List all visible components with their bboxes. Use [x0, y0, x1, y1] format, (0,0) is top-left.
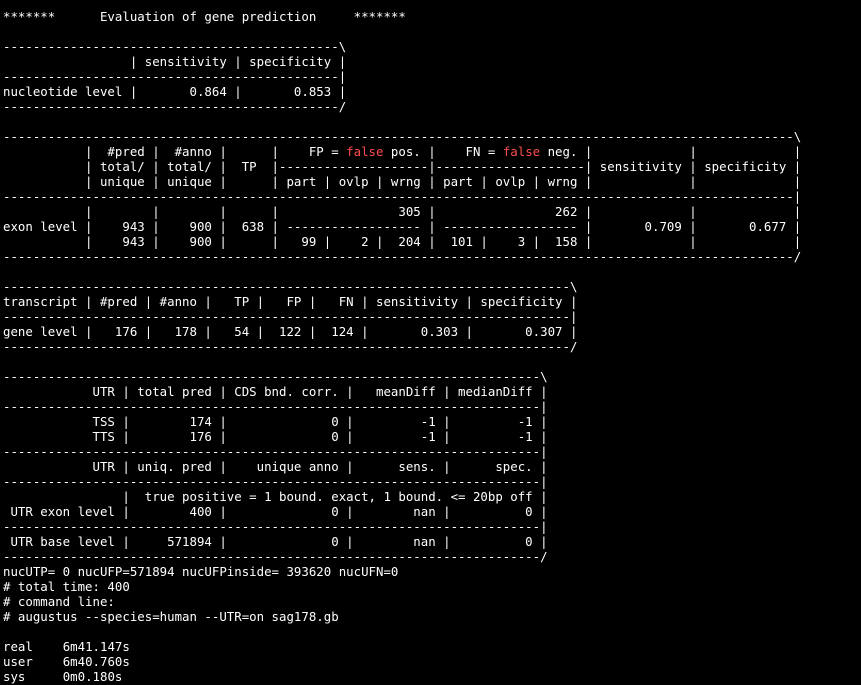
terminal-line: ----------------------------------------… [3, 99, 861, 114]
line-text: | true positive = 1 bound. exact, 1 boun… [3, 489, 548, 504]
terminal-line: UTR | total pred | CDS bnd. corr. | mean… [3, 384, 861, 399]
terminal-line: ----------------------------------------… [3, 339, 861, 354]
terminal-line: # augustus --species=human --UTR=on sag1… [3, 609, 861, 624]
line-text: sys 0m0.180s [3, 669, 123, 684]
highlighted-text: false [346, 144, 384, 159]
line-text: | unique | unique | | part | ovlp | wrng… [3, 174, 802, 189]
line-text: exon level | 943 | 900 | 638 | ---------… [3, 219, 802, 234]
line-text: | 943 | 900 | | 99 | 2 | 204 | 101 | 3 |… [3, 234, 802, 249]
terminal-window[interactable]: ******* Evaluation of gene prediction **… [0, 0, 861, 685]
line-text: | total/ | total/ | TP |----------------… [3, 159, 802, 174]
line-text: user 6m40.760s [3, 654, 130, 669]
line-text: UTR | total pred | CDS bnd. corr. | mean… [3, 384, 548, 399]
terminal-line: | #pred | #anno | | FP = false pos. | FN… [3, 144, 861, 159]
line-text: real 6m41.147s [3, 639, 130, 654]
terminal-line: | | | | 305 | 262 | | | [3, 204, 861, 219]
terminal-line: | true positive = 1 bound. exact, 1 boun… [3, 489, 861, 504]
terminal-line: TSS | 174 | 0 | -1 | -1 | [3, 414, 861, 429]
line-text: ----------------------------------------… [3, 279, 578, 294]
terminal-line: nucUTP= 0 nucUFP=571894 nucUFPinside= 39… [3, 564, 861, 579]
line-text: gene level | 176 | 178 | 54 | 122 | 124 … [3, 324, 578, 339]
line-text: ----------------------------------------… [3, 249, 802, 264]
line-text: ----------------------------------------… [3, 519, 548, 534]
line-text: ----------------------------------------… [3, 69, 347, 84]
terminal-line: ----------------------------------------… [3, 444, 861, 459]
line-text: ----------------------------------------… [3, 444, 548, 459]
terminal-line: ----------------------------------------… [3, 279, 861, 294]
terminal-line: # command line: [3, 594, 861, 609]
terminal-line: UTR base level | 571894 | 0 | nan | 0 | [3, 534, 861, 549]
line-text: UTR | uniq. pred | unique anno | sens. |… [3, 459, 548, 474]
line-text: ----------------------------------------… [3, 129, 802, 144]
terminal-line: ----------------------------------------… [3, 474, 861, 489]
line-text: ----------------------------------------… [3, 189, 802, 204]
terminal-line: ----------------------------------------… [3, 549, 861, 564]
line-text: | | | | 305 | 262 | | | [3, 204, 802, 219]
terminal-line: ----------------------------------------… [3, 69, 861, 84]
terminal-line: ----------------------------------------… [3, 369, 861, 384]
highlighted-text: false [502, 144, 541, 159]
line-text: | sensitivity | specificity | [3, 54, 347, 69]
line-text: neg. | | | [540, 144, 802, 159]
terminal-output: ******* Evaluation of gene prediction **… [3, 9, 861, 684]
line-text: ----------------------------------------… [3, 39, 347, 54]
line-text: UTR exon level | 400 | 0 | nan | 0 | [3, 504, 548, 519]
terminal-line: | 943 | 900 | | 99 | 2 | 204 | 101 | 3 |… [3, 234, 861, 249]
terminal-line: real 6m41.147s [3, 639, 861, 654]
line-text: # command line: [3, 594, 115, 609]
terminal-line: user 6m40.760s [3, 654, 861, 669]
line-text: nucleotide level | 0.864 | 0.853 | [3, 84, 347, 99]
terminal-line: ----------------------------------------… [3, 129, 861, 144]
terminal-line: transcript | #pred | #anno | TP | FP | F… [3, 294, 861, 309]
line-text: UTR base level | 571894 | 0 | nan | 0 | [3, 534, 548, 549]
terminal-line: ----------------------------------------… [3, 399, 861, 414]
line-text: pos. | FN = [383, 144, 503, 159]
line-text: | #pred | #anno | | FP = [3, 144, 347, 159]
line-text: ----------------------------------------… [3, 399, 548, 414]
terminal-line: nucleotide level | 0.864 | 0.853 | [3, 84, 861, 99]
terminal-line: ----------------------------------------… [3, 519, 861, 534]
terminal-line: ----------------------------------------… [3, 189, 861, 204]
line-text: ----------------------------------------… [3, 309, 578, 324]
line-text: ----------------------------------------… [3, 369, 548, 384]
terminal-line: ----------------------------------------… [3, 309, 861, 324]
line-text: ----------------------------------------… [3, 549, 548, 564]
terminal-line: | sensitivity | specificity | [3, 54, 861, 69]
terminal-line: # total time: 400 [3, 579, 861, 594]
terminal-line: ******* Evaluation of gene prediction **… [3, 9, 861, 24]
line-text: TSS | 174 | 0 | -1 | -1 | [3, 414, 548, 429]
line-text: transcript | #pred | #anno | TP | FP | F… [3, 294, 578, 309]
terminal-line: UTR | uniq. pred | unique anno | sens. |… [3, 459, 861, 474]
line-text: ----------------------------------------… [3, 99, 347, 114]
terminal-line: | total/ | total/ | TP |----------------… [3, 159, 861, 174]
terminal-line: UTR exon level | 400 | 0 | nan | 0 | [3, 504, 861, 519]
line-text: # total time: 400 [3, 579, 130, 594]
line-text: ******* Evaluation of gene prediction **… [3, 9, 406, 24]
line-text: ----------------------------------------… [3, 339, 578, 354]
terminal-line: gene level | 176 | 178 | 54 | 122 | 124 … [3, 324, 861, 339]
terminal-line: ----------------------------------------… [3, 39, 861, 54]
line-text: ----------------------------------------… [3, 474, 548, 489]
line-text: TTS | 176 | 0 | -1 | -1 | [3, 429, 548, 444]
terminal-line: ----------------------------------------… [3, 249, 861, 264]
terminal-line: exon level | 943 | 900 | 638 | ---------… [3, 219, 861, 234]
terminal-line: TTS | 176 | 0 | -1 | -1 | [3, 429, 861, 444]
line-text: # augustus --species=human --UTR=on sag1… [3, 609, 339, 624]
line-text: nucUTP= 0 nucUFP=571894 nucUFPinside= 39… [3, 564, 399, 579]
terminal-line: sys 0m0.180s [3, 669, 861, 684]
terminal-line: | unique | unique | | part | ovlp | wrng… [3, 174, 861, 189]
